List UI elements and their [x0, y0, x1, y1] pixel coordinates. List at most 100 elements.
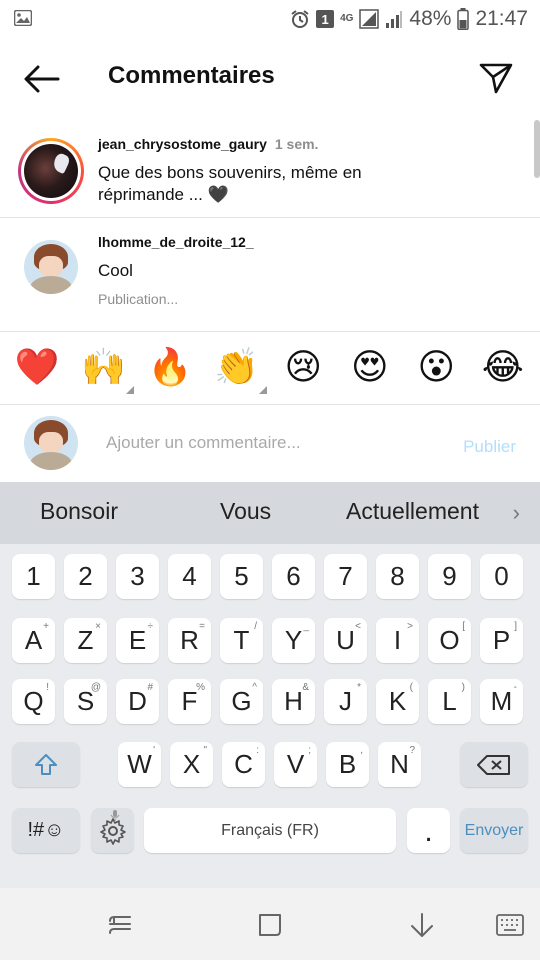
image-icon [14, 10, 32, 26]
home-button[interactable] [250, 908, 290, 942]
emoji-laughing[interactable]: 😂 [475, 346, 531, 390]
chevron-right-icon[interactable]: › [513, 500, 520, 526]
avatar[interactable] [18, 138, 84, 204]
key-label: A [24, 625, 43, 655]
backspace-key[interactable] [460, 742, 528, 787]
avatar[interactable] [18, 234, 84, 300]
key-n[interactable]: N? [378, 742, 421, 787]
key-secondary-label: ( [409, 682, 413, 693]
key-o[interactable]: O[ [428, 618, 471, 663]
key-secondary-label: × [95, 621, 101, 632]
key-label: Y [284, 625, 303, 655]
key-9[interactable]: 9 [428, 554, 471, 599]
period-key[interactable]: . [407, 808, 450, 853]
key-q[interactable]: Q! [12, 679, 55, 724]
key-1[interactable]: 1 [12, 554, 55, 599]
comment-text: Que des bons souvenirs, même en répriman… [98, 163, 362, 204]
sim-badge: 1 [316, 10, 335, 28]
key-secondary-label: ^ [252, 682, 257, 693]
emoji-quick-bar: ❤️ 🙌 🔥 👏 😢 😍 😮 😂 [0, 332, 540, 404]
symbols-key[interactable]: !#☺ [12, 808, 80, 853]
navigation-bar [0, 888, 540, 960]
key-d[interactable]: D # [116, 679, 159, 724]
key-secondary-label: / [254, 621, 257, 632]
shift-key[interactable] [12, 742, 80, 787]
key-j[interactable]: J * [324, 679, 367, 724]
status-bar: 1 4G 48% 21:47 [0, 0, 540, 38]
key-b[interactable]: B, [326, 742, 369, 787]
sim1-signal-icon [359, 9, 380, 29]
key-z[interactable]: Z × [64, 618, 107, 663]
key-secondary-label: % [196, 682, 205, 693]
key-a[interactable]: A + [12, 618, 55, 663]
key-secondary-label: = [199, 621, 205, 632]
key-secondary-label: - [513, 682, 517, 693]
recents-button[interactable] [100, 908, 140, 942]
key-8[interactable]: 8 [376, 554, 419, 599]
key-label: U [336, 625, 355, 655]
space-key[interactable]: Français (FR) [144, 808, 396, 853]
sim2-signal-icon [386, 11, 403, 28]
key-5[interactable]: 5 [220, 554, 263, 599]
emoji-fire[interactable]: 🔥 [142, 346, 198, 390]
key-secondary-label: [ [462, 621, 465, 632]
key-label: D [128, 686, 147, 716]
emoji-heart[interactable]: ❤️ [9, 346, 65, 390]
suggestion-2[interactable]: Vous [220, 498, 271, 525]
enter-key[interactable]: Envoyer [460, 808, 528, 853]
share-button[interactable] [474, 56, 518, 100]
key-label: J [339, 686, 352, 716]
emoji-clap[interactable]: 👏 [209, 346, 267, 394]
key-2[interactable]: 2 [64, 554, 107, 599]
key-label: O [439, 625, 460, 655]
key-f[interactable]: F% [168, 679, 211, 724]
key-c[interactable]: C: [222, 742, 265, 787]
suggestion-1[interactable]: Bonsoir [40, 498, 118, 525]
key-p[interactable]: P] [480, 618, 523, 663]
publish-button[interactable]: Publier [463, 437, 516, 457]
key-u[interactable]: U < [324, 618, 367, 663]
key-secondary-label: ' [153, 745, 155, 756]
key-k[interactable]: K( [376, 679, 419, 724]
key-h[interactable]: H & [272, 679, 315, 724]
key-e[interactable]: E ÷ [116, 618, 159, 663]
key-secondary-label: : [256, 745, 259, 756]
comment-input[interactable] [106, 427, 436, 459]
key-s[interactable]: S @ [64, 679, 107, 724]
emoji-heart-eyes[interactable]: 😍 [342, 346, 398, 390]
keyboard-switch-icon [496, 914, 524, 936]
key-secondary-label: ! [46, 682, 49, 693]
key-6[interactable]: 6 [272, 554, 315, 599]
keyboard-switch-button[interactable] [490, 908, 530, 942]
key-3[interactable]: 3 [116, 554, 159, 599]
key-7[interactable]: 7 [324, 554, 367, 599]
key-l[interactable]: L) [428, 679, 471, 724]
key-label: C [234, 749, 253, 779]
key-i[interactable]: I > [376, 618, 419, 663]
key-m[interactable]: M- [480, 679, 523, 724]
emoji-surprised[interactable]: 😮 [408, 346, 464, 390]
key-y[interactable]: Y _ [272, 618, 315, 663]
key-x[interactable]: X " [170, 742, 213, 787]
key-0[interactable]: 0 [480, 554, 523, 599]
key-4[interactable]: 4 [168, 554, 211, 599]
key-label: N [390, 749, 409, 779]
back-button[interactable] [18, 58, 66, 100]
comment-username[interactable]: lhomme_de_droite_12_ [98, 234, 254, 250]
settings-key[interactable] [91, 808, 134, 853]
comment-text: Cool [98, 261, 133, 280]
key-t[interactable]: T / [220, 618, 263, 663]
emoji-raising-hands[interactable]: 🙌 [76, 346, 134, 394]
key-v[interactable]: V; [274, 742, 317, 787]
key-r[interactable]: R = [168, 618, 211, 663]
key-label: Q [23, 686, 44, 716]
key-g[interactable]: G ^ [220, 679, 263, 724]
comment-username[interactable]: jean_chrysostome_gaury [98, 136, 267, 152]
key-secondary-label: # [147, 682, 153, 693]
key-secondary-label: ] [514, 621, 517, 632]
suggestion-3[interactable]: Actuellement [346, 498, 479, 525]
key-w[interactable]: W ' [118, 742, 161, 787]
emoji-crying[interactable]: 😢 [275, 346, 331, 390]
hide-keyboard-button[interactable] [402, 908, 442, 942]
variant-indicator [258, 386, 267, 394]
